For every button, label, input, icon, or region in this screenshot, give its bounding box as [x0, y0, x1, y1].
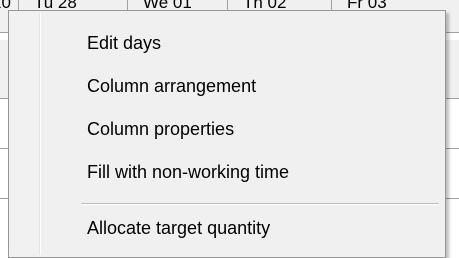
menu-item-fill-non-working-time[interactable]: Fill with non-working time [12, 155, 442, 193]
menu-item-column-properties[interactable]: Column properties [12, 112, 442, 150]
menu-item-edit-days[interactable]: Edit days [12, 26, 442, 64]
menu-item-label: Edit days [87, 33, 162, 53]
menu-item-label: Allocate target quantity [87, 218, 271, 238]
menu-item-column-arrangement[interactable]: Column arrangement [12, 69, 442, 107]
menu-item-label: Column properties [87, 119, 235, 139]
context-menu: Edit days Column arrangement Column prop… [8, 10, 446, 258]
menu-item-allocate-target-quantity[interactable]: Allocate target quantity [12, 211, 442, 249]
menu-item-label: Column arrangement [87, 76, 257, 96]
menu-item-label: Fill with non-working time [87, 162, 290, 182]
menu-separator [81, 203, 439, 205]
